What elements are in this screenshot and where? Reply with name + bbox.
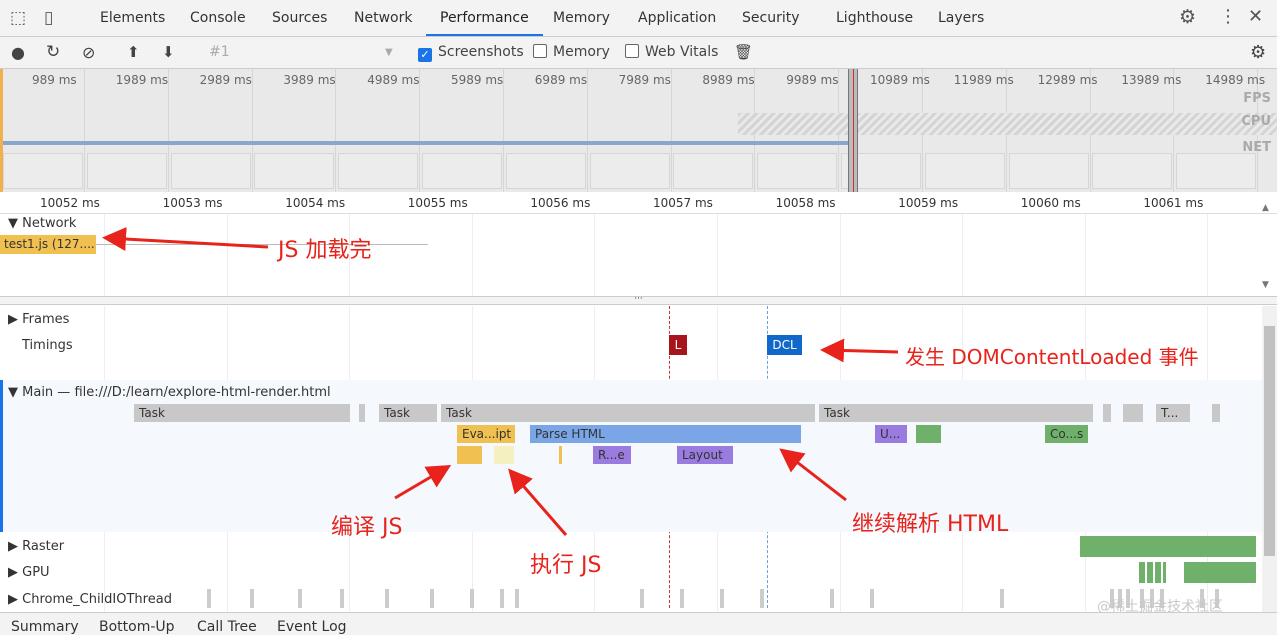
arrow-icon xyxy=(820,338,899,363)
annotation-arrows xyxy=(102,227,899,536)
tab-call-tree[interactable]: Call Tree xyxy=(197,619,257,635)
arrow-icon xyxy=(779,448,847,502)
tab-event-log[interactable]: Event Log xyxy=(277,619,347,635)
arrow-icon xyxy=(394,464,452,500)
tab-bottom-up[interactable]: Bottom-Up xyxy=(99,619,175,635)
arrow-icon xyxy=(508,468,568,536)
details-tab-bar: Summary Bottom-Up Call Tree Event Log xyxy=(0,612,1277,635)
tab-summary[interactable]: Summary xyxy=(11,619,79,635)
arrow-icon xyxy=(102,227,269,251)
